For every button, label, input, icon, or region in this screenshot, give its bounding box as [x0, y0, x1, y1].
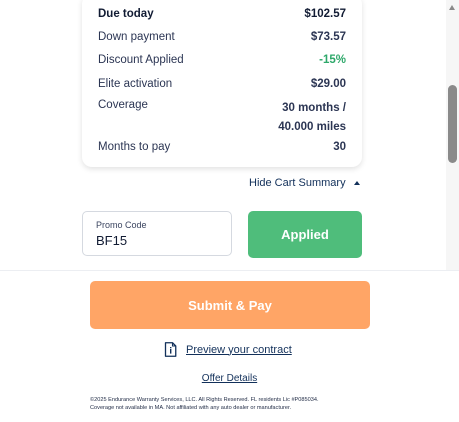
cart-row-value: $73.57	[310, 31, 346, 43]
caret-up-icon	[353, 181, 360, 185]
legal-line-1: ©2025 Endurance Warranty Services, LLC. …	[90, 397, 319, 403]
cart-row-value: -15%	[319, 54, 346, 66]
hide-cart-summary-label: Hide Cart Summary	[249, 177, 346, 189]
preview-contract-link[interactable]: Preview your contract	[164, 342, 292, 357]
checkout-scroll-area: Due today $102.57 Down payment $73.57 Di…	[0, 0, 459, 270]
promo-applied-button[interactable]: Applied	[248, 211, 362, 258]
cart-row-value: 30 months / 40.000 miles	[278, 99, 346, 137]
preview-contract-label: Preview your contract	[186, 343, 292, 356]
coverage-miles: 40.000 miles	[278, 121, 346, 133]
coverage-months: 30 months /	[282, 102, 346, 114]
cart-row-label: Elite activation	[98, 78, 173, 90]
cart-row-label: Down payment	[98, 31, 175, 43]
legal-line-2: Coverage not available in MA. Not affili…	[90, 405, 292, 411]
submit-pay-button[interactable]: Submit & Pay	[90, 281, 370, 329]
cart-row-value: $29.00	[310, 78, 346, 90]
cart-row-down-payment: Down payment $73.57	[98, 31, 346, 43]
cart-row-value: 30	[333, 141, 346, 153]
cart-row-label: Due today	[98, 8, 154, 20]
cart-summary-card: Due today $102.57 Down payment $73.57 Di…	[82, 0, 362, 167]
cart-row-discount: Discount Applied -15%	[98, 54, 346, 66]
cart-row-coverage: Coverage 30 months / 40.000 miles	[98, 99, 346, 137]
document-info-icon	[164, 342, 177, 357]
scrollbar-thumb[interactable]	[448, 85, 457, 163]
cart-row-value: $102.57	[304, 8, 346, 20]
cart-row-label: Discount Applied	[98, 54, 184, 66]
hide-cart-summary-link[interactable]: Hide Cart Summary	[249, 177, 360, 189]
legal-disclaimer: ©2025 Endurance Warranty Services, LLC. …	[90, 396, 380, 412]
scroll-up-arrow-icon[interactable]	[449, 5, 455, 10]
cart-row-months-to-pay: Months to pay 30	[98, 141, 346, 153]
cart-row-label: Months to pay	[98, 141, 171, 153]
cart-row-elite-activation: Elite activation $29.00	[98, 78, 346, 90]
promo-code-field[interactable]: Promo Code BF15	[82, 211, 232, 256]
promo-code-label: Promo Code	[96, 220, 147, 230]
cart-row-label: Coverage	[98, 99, 148, 111]
offer-details-link[interactable]: Offer Details	[0, 373, 459, 384]
cart-row-due-today: Due today $102.57	[98, 8, 346, 20]
promo-code-input[interactable]: BF15	[96, 233, 218, 248]
